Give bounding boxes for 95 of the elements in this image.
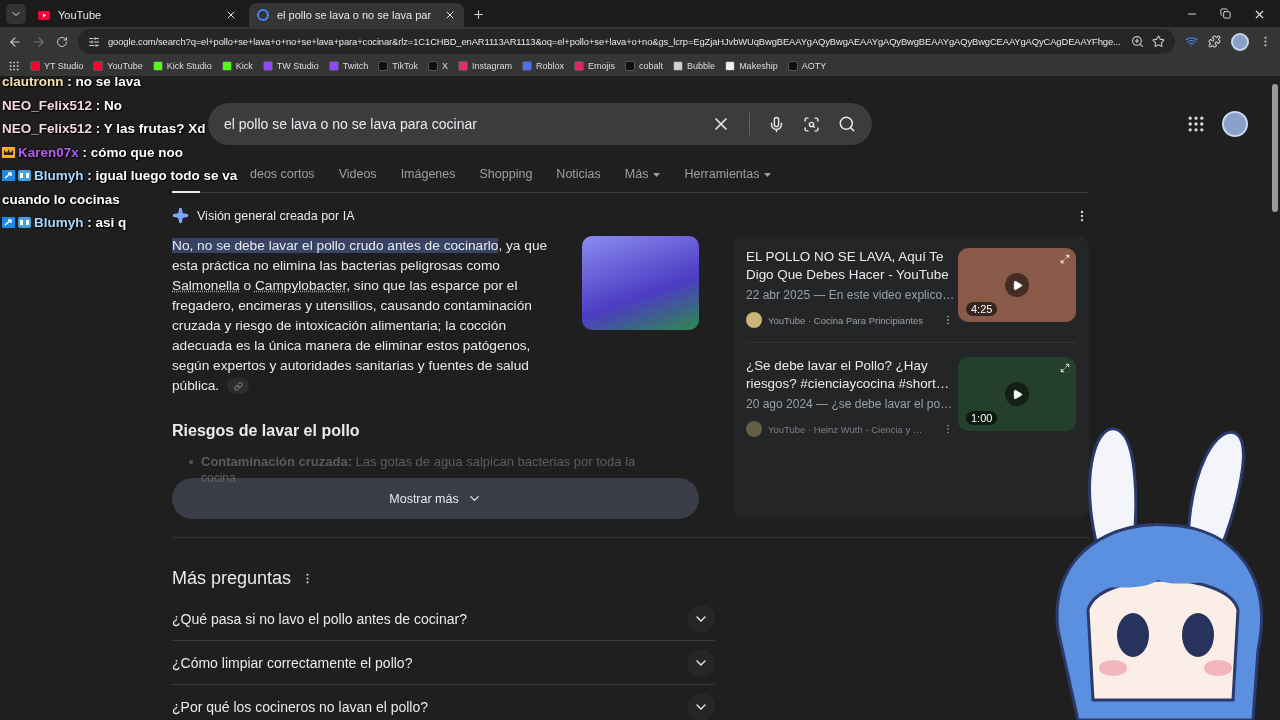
search-tab[interactable]: Herramientas — [684, 167, 772, 183]
tab-title: el pollo se lava o no se lava par — [277, 9, 433, 21]
arrow-badge-icon — [2, 217, 15, 228]
gamepad-badge-icon — [18, 217, 31, 228]
video-title-link[interactable]: ¿Se debe lavar el Pollo? ¿Hay riesgos? #cienciaycocina #short… — [746, 357, 954, 393]
back-icon[interactable] — [8, 34, 22, 49]
restore-icon[interactable] — [1220, 8, 1231, 19]
close-icon[interactable] — [444, 9, 456, 21]
expand-icon[interactable] — [1060, 254, 1070, 264]
gamepad-badge-icon — [18, 170, 31, 181]
section-heading: Riesgos de lavar el pollo — [172, 422, 361, 440]
channel-avatar-icon — [746, 312, 762, 328]
bookmark-link[interactable]: TikTok — [378, 61, 418, 71]
bookmark-link[interactable]: Roblox — [522, 61, 565, 71]
bookmark-link[interactable]: Kick Studio — [152, 61, 212, 71]
signal-icon[interactable] — [1185, 35, 1198, 48]
sparkle-icon — [172, 207, 189, 224]
question-text[interactable]: ¿Por qué los cocineros no lavan el pollo? — [172, 698, 429, 715]
browser-tab[interactable]: YouTube — [30, 3, 245, 27]
search-tab[interactable]: Shopping — [479, 167, 533, 183]
show-more-button[interactable]: Mostrar más — [172, 478, 699, 519]
bookmark-link[interactable]: TW Studio — [262, 61, 319, 71]
bookmark-link[interactable]: cobalt — [625, 61, 664, 71]
video-title-link[interactable]: EL POLLO NO SE LAVA, Aquí Te Digo Que Debes Hacer - YouTube — [746, 248, 954, 284]
source-text: YouTube · Cocina Para Principiantes — [768, 314, 924, 326]
source-text: YouTube · Heinz Wuth - Ciencia y … — [768, 423, 923, 435]
play-button[interactable] — [1005, 382, 1029, 406]
bookmark-link[interactable]: X — [428, 61, 448, 71]
search-tab[interactable]: Imágenes — [400, 167, 456, 183]
bookmark-link[interactable]: Instagram — [458, 61, 513, 71]
microphone-icon[interactable] — [768, 115, 785, 133]
address-bar[interactable]: google.com/search?q=el+pollo+se+lava+o+no+se+lava+para+cocinar&rlz=1C1CHBD_enAR1113AR1113&oq=el+pollo+se+lava+o+no&gs_lcrp=EgZjaHJvbWUqBwgBEAAYgAQyBwgAEAAYgAQyBwgBEAAYgAQyBwgCEAAYgAQyCAgDEAAYFhge... — [78, 29, 1175, 54]
forward-icon[interactable] — [32, 34, 46, 49]
search-tab[interactable]: Videos — [338, 167, 377, 183]
expand-button[interactable] — [687, 604, 715, 633]
channel-avatar-icon — [746, 421, 762, 437]
video-meta: 20 ago 2024 — ¿se debe lavar el po… — [746, 397, 954, 411]
expand-button[interactable] — [687, 648, 715, 677]
chat-message: NEO_Felix512 : No — [2, 96, 123, 115]
bookmark-link[interactable]: Makeship — [725, 61, 778, 71]
ai-overview-title: Visión general creada por IA — [197, 208, 355, 223]
expand-button[interactable] — [687, 692, 715, 720]
zoom-icon — [1131, 35, 1144, 48]
link-chip[interactable] — [227, 378, 250, 395]
tab-title: YouTube — [58, 9, 103, 21]
bookmark-link[interactable]: YT Studio — [30, 61, 84, 71]
apps-icon[interactable] — [8, 60, 20, 72]
arrow-badge-icon — [2, 170, 15, 181]
search-tab[interactable]: deos cortos — [250, 167, 315, 183]
browser-tab[interactable]: el pollo se lava o no se lava par — [249, 3, 464, 27]
chat-message: Blumyh : igual luego todo se va cuando lo cocinas — [2, 167, 239, 209]
profile-avatar[interactable] — [1231, 32, 1249, 51]
extensions-icon[interactable] — [1208, 35, 1221, 48]
section-heading: Más preguntas — [172, 568, 292, 589]
profile-avatar[interactable] — [1222, 111, 1248, 137]
lens-icon[interactable] — [803, 115, 820, 133]
bookmark-link[interactable]: AOTY — [787, 61, 827, 71]
reload-icon[interactable] — [56, 35, 68, 48]
video-meta: 22 abr 2025 — En este video explico… — [746, 288, 954, 302]
link-icon — [233, 381, 243, 391]
plus-icon — [471, 7, 485, 21]
play-button[interactable] — [1005, 273, 1029, 297]
term-link[interactable]: Campylobacter — [254, 278, 347, 293]
search-field[interactable]: el pollo se lava o no se lava para cocinar — [208, 103, 872, 145]
question-text[interactable]: ¿Cómo limpiar correctamente el pollo? — [172, 654, 413, 671]
expand-icon[interactable] — [1060, 363, 1070, 373]
site-settings-icon — [88, 35, 100, 48]
question-text[interactable]: ¿Qué pasa si no lavo el pollo antes de cocinar? — [172, 610, 467, 627]
g-logo-icon — [257, 9, 269, 21]
tab-search-button[interactable] — [6, 4, 26, 24]
chat-message: NEO_Felix512 : Y las frutas? Xd — [2, 120, 206, 138]
bookmark-link[interactable]: Kick — [221, 61, 253, 71]
duration-badge: 4:25 — [966, 302, 998, 316]
url-text: google.com/search?q=el+pollo+se+lava+o+no+se+lava+para+cocinar&rlz=1C1CHBD_enAR1113AR1113&oq=el+pollo+se+lava+o+no&gs_lcrp=EgZjaHJvbWUqBwgBEAAYgAQyBwgAEAAYgAQyBwgBEAAYgAQyBwgCEAAYgAQyCAgDEAAYFhge... — [108, 36, 1122, 47]
bookmark-star-icon[interactable] — [1152, 35, 1165, 48]
search-tab[interactable]: Más — [624, 167, 661, 183]
search-icon[interactable] — [838, 115, 856, 133]
search-tab[interactable]: Noticias — [556, 167, 601, 183]
answer-paragraph: No, no se debe lavar el pollo crudo antes de cocinarlo, ya que esta práctica no elimina las bacterias peligrosas como Salmonella o Campylobacter, sino que las esparce por el fregadero, encimeras y utensilios, causando contaminación cruzada y riesgo de intoxicación alimentaria; la cocción adecuada es la única manera de eliminar estos patógenos, según expertos y autoridades sanitarias y fuentes de salud pública. — [172, 237, 549, 396]
play-logo-icon — [38, 10, 50, 20]
close-icon[interactable] — [225, 9, 237, 21]
bookmark-link[interactable]: YouTube — [93, 61, 143, 71]
bookmark-link[interactable]: Twitch — [328, 61, 369, 71]
search-query: el pollo se lava o no se lava para cocinar — [224, 116, 478, 132]
chat-message: Blumyh : asi q — [2, 211, 127, 235]
duration-badge: 1:00 — [966, 411, 998, 425]
chat-message: clautronn : no se lava — [2, 76, 141, 91]
term-link[interactable]: Salmonella — [172, 278, 240, 293]
apps-icon[interactable] — [1186, 114, 1206, 134]
close-icon[interactable] — [1253, 8, 1266, 21]
play-icon — [1011, 279, 1023, 291]
bookmark-link[interactable]: Bubble — [673, 61, 716, 71]
play-icon — [1011, 388, 1023, 400]
bookmark-link[interactable]: Emojis — [574, 61, 616, 71]
chat-message: Karen07x : cómo que noo — [2, 140, 184, 164]
